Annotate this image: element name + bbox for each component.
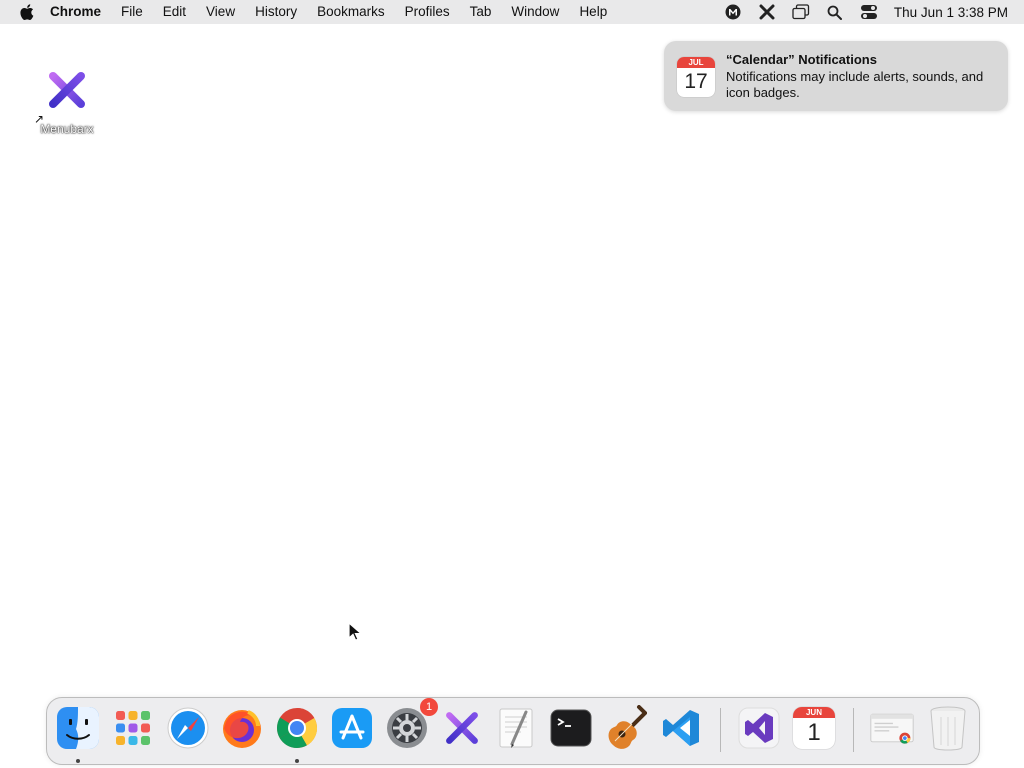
app-menu-chrome[interactable]: Chrome: [40, 0, 111, 24]
notification-body: Notifications may include alerts, sounds…: [726, 69, 984, 100]
chrome-icon: [277, 708, 317, 748]
safari-icon: [167, 707, 209, 749]
menu-file[interactable]: File: [111, 0, 153, 24]
settings-notification-badge: 1: [420, 698, 438, 716]
menu-history[interactable]: History: [245, 0, 307, 24]
calendar-dock-month: JUN: [793, 707, 835, 718]
menu-bookmarks[interactable]: Bookmarks: [307, 0, 395, 24]
menubarx-app-icon: [49, 72, 85, 108]
menu-tab[interactable]: Tab: [460, 0, 502, 24]
calendar-icon-month: JUL: [677, 57, 715, 68]
dock-system-settings[interactable]: 1: [384, 698, 438, 751]
dock-app-store[interactable]: [329, 705, 375, 751]
chrome-running-indicator: [295, 759, 299, 763]
dock-finder[interactable]: [55, 705, 101, 751]
dock-launchpad[interactable]: [110, 705, 156, 751]
dock-separator-2: [853, 708, 854, 752]
dock-menubarx[interactable]: [439, 705, 485, 751]
finder-running-indicator: [76, 759, 80, 763]
guitar-icon: [608, 705, 647, 749]
launchpad-icon: [116, 711, 150, 745]
menu-window[interactable]: Window: [501, 0, 569, 24]
spotlight-search-icon[interactable]: [823, 0, 847, 24]
firefox-icon: [223, 710, 261, 748]
dock-calendar[interactable]: JUN 1: [791, 705, 837, 751]
desktop-icon-menubarx[interactable]: ↗ Menubarx: [30, 68, 104, 136]
calendar-icon: JUN 1: [793, 707, 835, 749]
app-store-icon: [332, 708, 372, 748]
calendar-icon-day: 17: [684, 70, 708, 93]
dock-vscode[interactable]: [658, 705, 704, 751]
menu-help[interactable]: Help: [569, 0, 617, 24]
menu-clock[interactable]: Thu Jun 1 3:38 PM: [894, 5, 1008, 20]
menu-view[interactable]: View: [196, 0, 245, 24]
dock-firefox[interactable]: [219, 705, 265, 751]
mouse-cursor-icon: [348, 621, 363, 647]
chrome-document-icon: [870, 713, 914, 744]
dock: 1 JUN 1: [46, 697, 980, 765]
dock-safari[interactable]: [165, 705, 211, 751]
dock-trash[interactable]: [925, 705, 971, 751]
dock-visual-studio[interactable]: [736, 705, 782, 751]
status-area: Thu Jun 1 3:38 PM: [716, 0, 1024, 24]
vscode-icon: [663, 710, 699, 746]
dock-chrome-document[interactable]: [869, 705, 915, 751]
menubarx-icon: [446, 712, 478, 744]
dock-separator: [720, 708, 721, 752]
terminal-icon: [550, 709, 592, 747]
menu-bar: Chrome File Edit View History Bookmarks …: [0, 0, 1024, 24]
m-logo-icon[interactable]: [721, 0, 745, 24]
apple-menu-icon[interactable]: [18, 3, 36, 21]
calendar-dock-day: 1: [807, 719, 821, 746]
textedit-icon: [499, 708, 533, 748]
dock-textedit[interactable]: [493, 705, 539, 751]
menubarx-status-icon[interactable]: [755, 0, 779, 24]
finder-icon: [57, 707, 99, 749]
notification-banner[interactable]: JUL 17 “Calendar” Notifications Notifica…: [664, 41, 1008, 111]
windows-icon[interactable]: [789, 0, 813, 24]
notification-title: “Calendar” Notifications: [726, 52, 877, 67]
dock-chrome[interactable]: [274, 705, 320, 751]
calendar-notification-icon: JUL 17: [677, 57, 715, 97]
alias-arrow-icon: ↗: [34, 112, 45, 126]
menu-edit[interactable]: Edit: [153, 0, 196, 24]
control-center-icon[interactable]: [857, 0, 881, 24]
menu-profiles[interactable]: Profiles: [395, 0, 460, 24]
dock-terminal[interactable]: [548, 705, 594, 751]
dock-garageband[interactable]: [603, 705, 649, 751]
visual-studio-icon: [738, 707, 780, 749]
trash-icon: [930, 706, 966, 751]
